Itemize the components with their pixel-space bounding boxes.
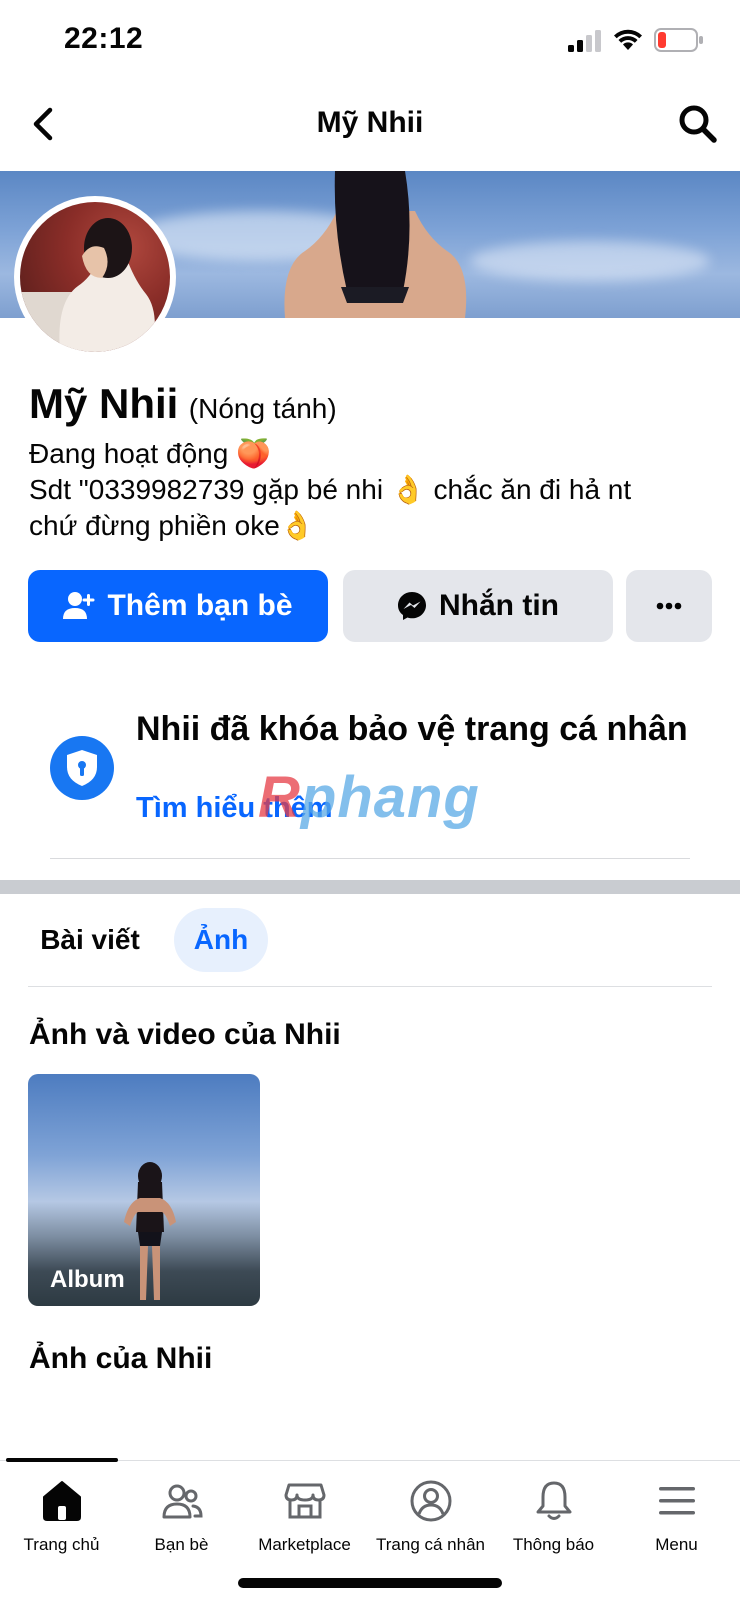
cover-cloud (470, 241, 710, 281)
page-title: Mỹ Nhii (316, 106, 424, 139)
bell-icon (536, 1481, 571, 1520)
tabbar-label: Trang chủ (23, 1535, 100, 1554)
tabbar-item-profile[interactable]: Trang cá nhân (369, 1479, 492, 1569)
shield-lock-icon (50, 736, 114, 800)
add-friend-icon (63, 592, 95, 619)
more-icon (656, 602, 682, 610)
bio-line: Đang hoạt động 🍑 (29, 438, 271, 469)
bio-line: Sdt "0339982739 gặp bé nhi 👌 chắc ăn đi … (29, 474, 632, 505)
tabbar-label: Menu (655, 1535, 698, 1554)
album-tile[interactable]: Album (28, 1074, 260, 1306)
lock-notice-title: Nhii đã khóa bảo vệ trang cá nhân (136, 710, 688, 748)
wifi-icon (614, 29, 642, 50)
home-icon (42, 1481, 81, 1521)
photos-videos-heading: Ảnh và video của Nhii (29, 1018, 341, 1051)
message-label: Nhắn tin (439, 589, 559, 622)
profile-name: Mỹ Nhii (29, 380, 179, 427)
marketplace-icon (284, 1483, 325, 1519)
divider (28, 986, 712, 987)
cover-figure (284, 171, 467, 318)
profile-name-row: Mỹ Nhii (Nóng tánh) (29, 380, 729, 428)
watermark-rest: phang (300, 765, 480, 830)
profile-bio: Đang hoạt động 🍑 Sdt "0339982739 gặp bé … (29, 436, 719, 544)
add-friend-button[interactable]: Thêm bạn bè (28, 570, 328, 642)
battery-icon (654, 28, 703, 52)
profile-tabs: Bài viết Ảnh (28, 908, 712, 988)
watermark-first-letter: R (258, 765, 301, 830)
album-label: Album (50, 1266, 125, 1293)
photos-of-heading: Ảnh của Nhii (29, 1342, 213, 1375)
tabbar-label: Thông báo (512, 1535, 595, 1554)
avatar-image (20, 202, 170, 352)
messenger-icon (398, 592, 426, 620)
tabbar-item-home[interactable]: Trang chủ (0, 1479, 123, 1569)
avatar-figure (20, 218, 155, 352)
add-friend-label: Thêm bạn bè (107, 589, 293, 622)
nav-bar: Mỹ Nhii (0, 80, 740, 170)
tabbar-item-marketplace[interactable]: Marketplace (243, 1479, 366, 1569)
profile-lock-notice: Nhii đã khóa bảo vệ trang cá nhân Tìm hi… (0, 700, 740, 860)
status-time: 22:12 (64, 22, 144, 55)
tabbar-item-notifications[interactable]: Thông báo (492, 1479, 615, 1569)
menu-icon (658, 1487, 695, 1515)
status-bar: 22:12 (0, 0, 740, 80)
shield-icon (67, 750, 97, 786)
section-separator (0, 880, 740, 894)
divider (50, 858, 690, 859)
profile-alternate-name: (Nóng tánh) (188, 393, 337, 424)
tabbar-item-menu[interactable]: Menu (615, 1479, 738, 1569)
watermark: Rphang (258, 764, 480, 831)
message-button[interactable]: Nhắn tin (343, 570, 613, 642)
bio-line: chứ đừng phiền oke👌 (29, 510, 315, 541)
more-button[interactable] (626, 570, 712, 642)
active-tab-indicator (6, 1458, 118, 1462)
signal-icon (568, 30, 601, 52)
tabbar-label: Marketplace (258, 1535, 351, 1554)
search-icon[interactable] (676, 102, 720, 146)
tab-posts[interactable]: Bài viết (28, 908, 152, 972)
friends-icon (162, 1484, 203, 1519)
tab-photos[interactable]: Ảnh (174, 908, 268, 972)
tabbar-label: Bạn bè (154, 1535, 209, 1554)
tabbar-label: Trang cá nhân (376, 1535, 485, 1554)
home-indicator (238, 1578, 502, 1588)
profile-icon (410, 1480, 451, 1522)
avatar[interactable] (14, 196, 176, 358)
tabbar-item-friends[interactable]: Bạn bè (120, 1479, 243, 1569)
profile-actions: Thêm bạn bè Nhắn tin (28, 570, 712, 642)
